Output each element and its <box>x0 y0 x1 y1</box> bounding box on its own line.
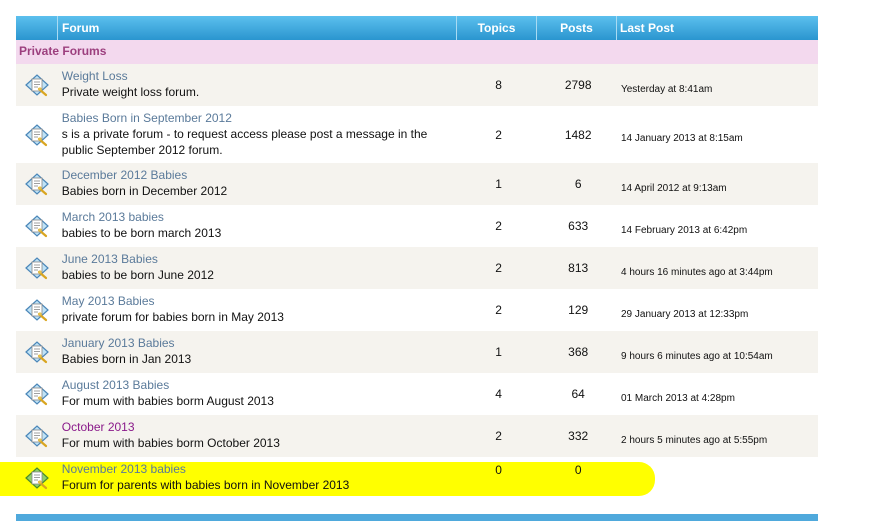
header-forum: Forum <box>58 16 457 40</box>
forum-title-link[interactable]: December 2012 Babies <box>62 168 459 183</box>
topics-count: 4 <box>495 387 502 401</box>
forum-info: October 2013 For mum with babies borm Oct… <box>58 415 459 457</box>
posts-count: 64 <box>571 387 585 401</box>
forum-title-link[interactable]: March 2013 babies <box>62 210 459 225</box>
forum-document-icon <box>16 247 58 289</box>
forum-document-icon <box>16 289 58 331</box>
forum-row: Babies Born in September 2012 s is a priv… <box>16 106 818 163</box>
forum-description: Private weight loss forum. <box>61 85 200 99</box>
last-post-time: 29 January 2013 at 12:33pm <box>620 308 749 320</box>
forum-rows: Weight Loss Private weight loss forum. 8 27… <box>16 64 818 499</box>
posts-count: 633 <box>568 219 589 233</box>
topics-count: 2 <box>495 261 502 275</box>
forum-info: Weight Loss Private weight loss forum. <box>58 64 459 106</box>
topics-count: 0 <box>495 463 502 477</box>
forum-row: May 2013 Babies private forum for babies … <box>16 289 818 331</box>
forum-description: private forum for babies born in May 201… <box>61 310 284 324</box>
forum-description: s is a private forum - to request access… <box>61 127 428 157</box>
forum-title-link[interactable]: August 2013 Babies <box>62 378 459 393</box>
forum-info: May 2013 Babies private forum for babies … <box>58 289 459 331</box>
category-private-forums: Private Forums <box>16 40 818 64</box>
posts-count: 332 <box>568 429 589 443</box>
posts-count: 6 <box>574 177 582 191</box>
topics-count: 2 <box>495 303 502 317</box>
forum-document-icon <box>16 64 58 106</box>
forum-document-icon <box>16 205 58 247</box>
forum-info: Babies Born in September 2012 s is a priv… <box>58 106 459 163</box>
header-icon-col <box>16 16 58 40</box>
last-post-time: Yesterday at 8:41am <box>620 83 713 95</box>
forum-document-icon <box>16 163 58 205</box>
forum-row: June 2013 Babies babies to be born June 2… <box>16 247 818 289</box>
forum-row: August 2013 Babies For mum with babies bo… <box>16 373 818 415</box>
forum-info: June 2013 Babies babies to be born June 2… <box>58 247 459 289</box>
last-post-time <box>618 457 818 499</box>
forum-document-icon <box>16 415 58 457</box>
header-posts: Posts <box>537 16 617 40</box>
posts-count: 1482 <box>564 127 592 142</box>
topics-count: 2 <box>495 127 502 142</box>
forum-info: November 2013 babies Forum for parents wi… <box>58 457 459 499</box>
forum-document-green-icon <box>16 457 58 499</box>
forum-row: November 2013 babies Forum for parents wi… <box>16 457 818 499</box>
forum-description: Forum for parents with babies born in No… <box>61 478 350 492</box>
topics-count: 1 <box>495 345 502 359</box>
forum-title-link[interactable]: Babies Born in September 2012 <box>62 111 459 126</box>
topics-count: 2 <box>495 429 502 443</box>
header-topics: Topics <box>457 16 537 40</box>
forum-info: August 2013 Babies For mum with babies bo… <box>58 373 459 415</box>
forum-title-link[interactable]: October 2013 <box>62 420 459 435</box>
forum-description: babies to be born march 2013 <box>61 226 222 240</box>
footer-bar <box>16 514 818 521</box>
posts-count: 129 <box>568 303 589 317</box>
posts-count: 2798 <box>564 78 592 92</box>
forum-row: October 2013 For mum with babies borm Oct… <box>16 415 818 457</box>
forum-row: Weight Loss Private weight loss forum. 8 27… <box>16 64 818 106</box>
forum-info: March 2013 babies babies to be born march… <box>58 205 459 247</box>
forum-description: For mum with babies borm October 2013 <box>61 436 280 450</box>
forum-title-link[interactable]: May 2013 Babies <box>62 294 459 309</box>
last-post-time: 2 hours 5 minutes ago at 5:55pm <box>620 434 768 446</box>
forum-description: Babies born in December 2012 <box>61 184 228 198</box>
last-post-time: 14 April 2012 at 9:13am <box>620 182 727 194</box>
header-last-post: Last Post <box>620 21 675 35</box>
table-header: Forum Topics Posts Last Post <box>16 16 818 40</box>
forum-row: January 2013 Babies Babies born in Jan 20… <box>16 331 818 373</box>
topics-count: 8 <box>495 78 502 92</box>
forum-title-link[interactable]: Weight Loss <box>62 69 459 84</box>
posts-count: 368 <box>568 345 589 359</box>
forum-document-icon <box>16 331 58 373</box>
forum-title-link[interactable]: November 2013 babies <box>62 462 459 477</box>
forum-row: December 2012 Babies Babies born in Decem… <box>16 163 818 205</box>
topics-count: 2 <box>495 219 502 233</box>
last-post-time: 01 March 2013 at 4:28pm <box>620 392 735 404</box>
topics-count: 1 <box>495 177 502 191</box>
posts-count: 813 <box>568 261 589 275</box>
forum-document-icon <box>16 373 58 415</box>
forum-description: Babies born in Jan 2013 <box>61 352 192 366</box>
forum-title-link[interactable]: January 2013 Babies <box>62 336 459 351</box>
forum-info: December 2012 Babies Babies born in Decem… <box>58 163 459 205</box>
forum-title-link[interactable]: June 2013 Babies <box>62 252 459 267</box>
posts-count: 0 <box>574 463 582 477</box>
forum-description: For mum with babies borm August 2013 <box>61 394 274 408</box>
last-post-time: 4 hours 16 minutes ago at 3:44pm <box>620 266 773 278</box>
forum-document-icon <box>16 106 58 163</box>
last-post-time: 14 January 2013 at 8:15am <box>620 133 743 144</box>
forum-table: Forum Topics Posts Last Post Private For… <box>16 16 818 499</box>
forum-description: babies to be born June 2012 <box>61 268 214 282</box>
last-post-time: 14 February 2013 at 6:42pm <box>620 224 748 236</box>
forum-info: January 2013 Babies Babies born in Jan 20… <box>58 331 459 373</box>
last-post-time: 9 hours 6 minutes ago at 10:54am <box>620 350 773 362</box>
forum-row: March 2013 babies babies to be born march… <box>16 205 818 247</box>
